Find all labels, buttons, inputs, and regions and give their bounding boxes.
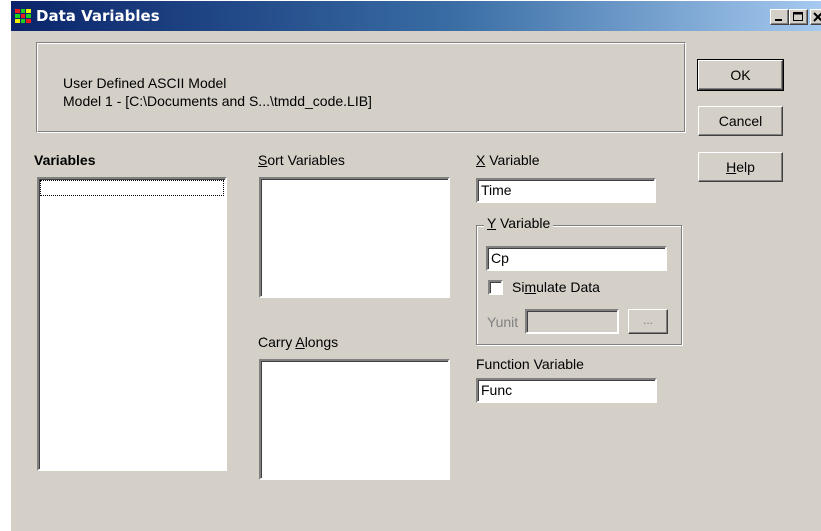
y-variable-mnemonic: Y (487, 215, 497, 231)
carry-alongs-label-rest: longs (304, 334, 339, 350)
minimize-button[interactable] (770, 9, 789, 25)
title-bar[interactable]: Data Variables (11, 1, 821, 31)
function-variable-input[interactable]: Func (476, 378, 657, 403)
close-button[interactable] (810, 9, 821, 25)
data-variables-dialog: Data Variables User Defined ASCII Model … (10, 0, 821, 531)
carry-alongs-mnemonic: A (295, 334, 305, 350)
variables-list[interactable] (37, 177, 227, 471)
x-variable-mnemonic: X (476, 152, 486, 168)
yunit-browse-button[interactable]: ... (628, 309, 668, 334)
app-icon (15, 9, 31, 23)
maximize-button[interactable] (789, 9, 808, 25)
sort-variables-label: Sort Variables (258, 152, 345, 168)
simulate-data-label-prefix: Si (512, 279, 525, 295)
minimize-icon (775, 19, 782, 21)
model-info-box: User Defined ASCII Model Model 1 - [C:\D… (36, 42, 686, 133)
sort-variables-list[interactable] (259, 177, 450, 298)
y-variable-input[interactable]: Cp (486, 246, 667, 271)
x-variable-label-rest: Variable (485, 152, 540, 168)
list-focus-row[interactable] (40, 180, 224, 196)
model-type-text: User Defined ASCII Model (63, 75, 227, 91)
variables-label: Variables (34, 152, 96, 168)
x-variable-label: X Variable (476, 152, 540, 168)
simulate-data-mnemonic: m (524, 279, 537, 295)
help-label-rest: elp (736, 159, 755, 175)
carry-alongs-list[interactable] (259, 359, 450, 480)
carry-alongs-label: Carry Alongs (258, 334, 338, 350)
carry-alongs-label-prefix: Carry (258, 334, 296, 350)
maximize-icon (793, 12, 803, 21)
sort-variables-mnemonic: S (258, 152, 268, 168)
yunit-input[interactable] (525, 309, 619, 334)
ok-button[interactable]: OK (697, 59, 784, 91)
simulate-data-checkbox[interactable] (488, 280, 503, 295)
sort-variables-label-rest: ort Variables (267, 152, 345, 168)
x-variable-input[interactable]: Time (476, 178, 656, 203)
help-mnemonic: H (726, 159, 737, 175)
y-variable-label-rest: Variable (496, 215, 551, 231)
y-variable-label: Y Variable (484, 215, 554, 231)
cancel-button[interactable]: Cancel (698, 106, 783, 136)
window-title: Data Variables (36, 7, 160, 25)
function-variable-label: Function Variable (476, 356, 584, 372)
model-path-text: Model 1 - [C:\Documents and S...\tmdd_co… (63, 93, 372, 109)
close-icon (813, 12, 821, 22)
yunit-label: Yunit (487, 314, 519, 330)
help-button[interactable]: Help (698, 152, 783, 182)
simulate-data-label-rest: ulate Data (536, 279, 600, 295)
simulate-data-label[interactable]: Simulate Data (512, 279, 600, 295)
